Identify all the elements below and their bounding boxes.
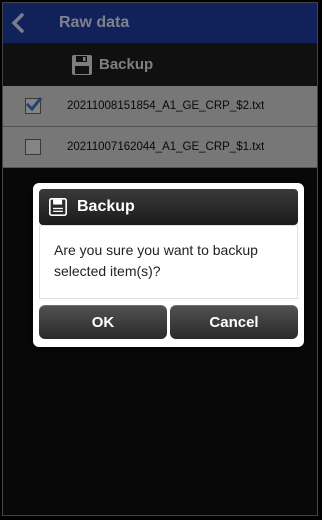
dialog-buttons: OK Cancel — [39, 305, 298, 339]
ok-button[interactable]: OK — [39, 305, 167, 339]
dialog-title: Backup — [77, 198, 135, 215]
dialog-message: Are you sure you want to backup selected… — [39, 225, 298, 299]
dialog-header: Backup — [39, 189, 298, 225]
app-window: Raw data Backup 20211008151854_A1_GE_CRP… — [2, 2, 318, 516]
backup-dialog: Backup Are you sure you want to backup s… — [33, 183, 304, 347]
save-icon — [49, 198, 67, 216]
cancel-button[interactable]: Cancel — [170, 305, 298, 339]
